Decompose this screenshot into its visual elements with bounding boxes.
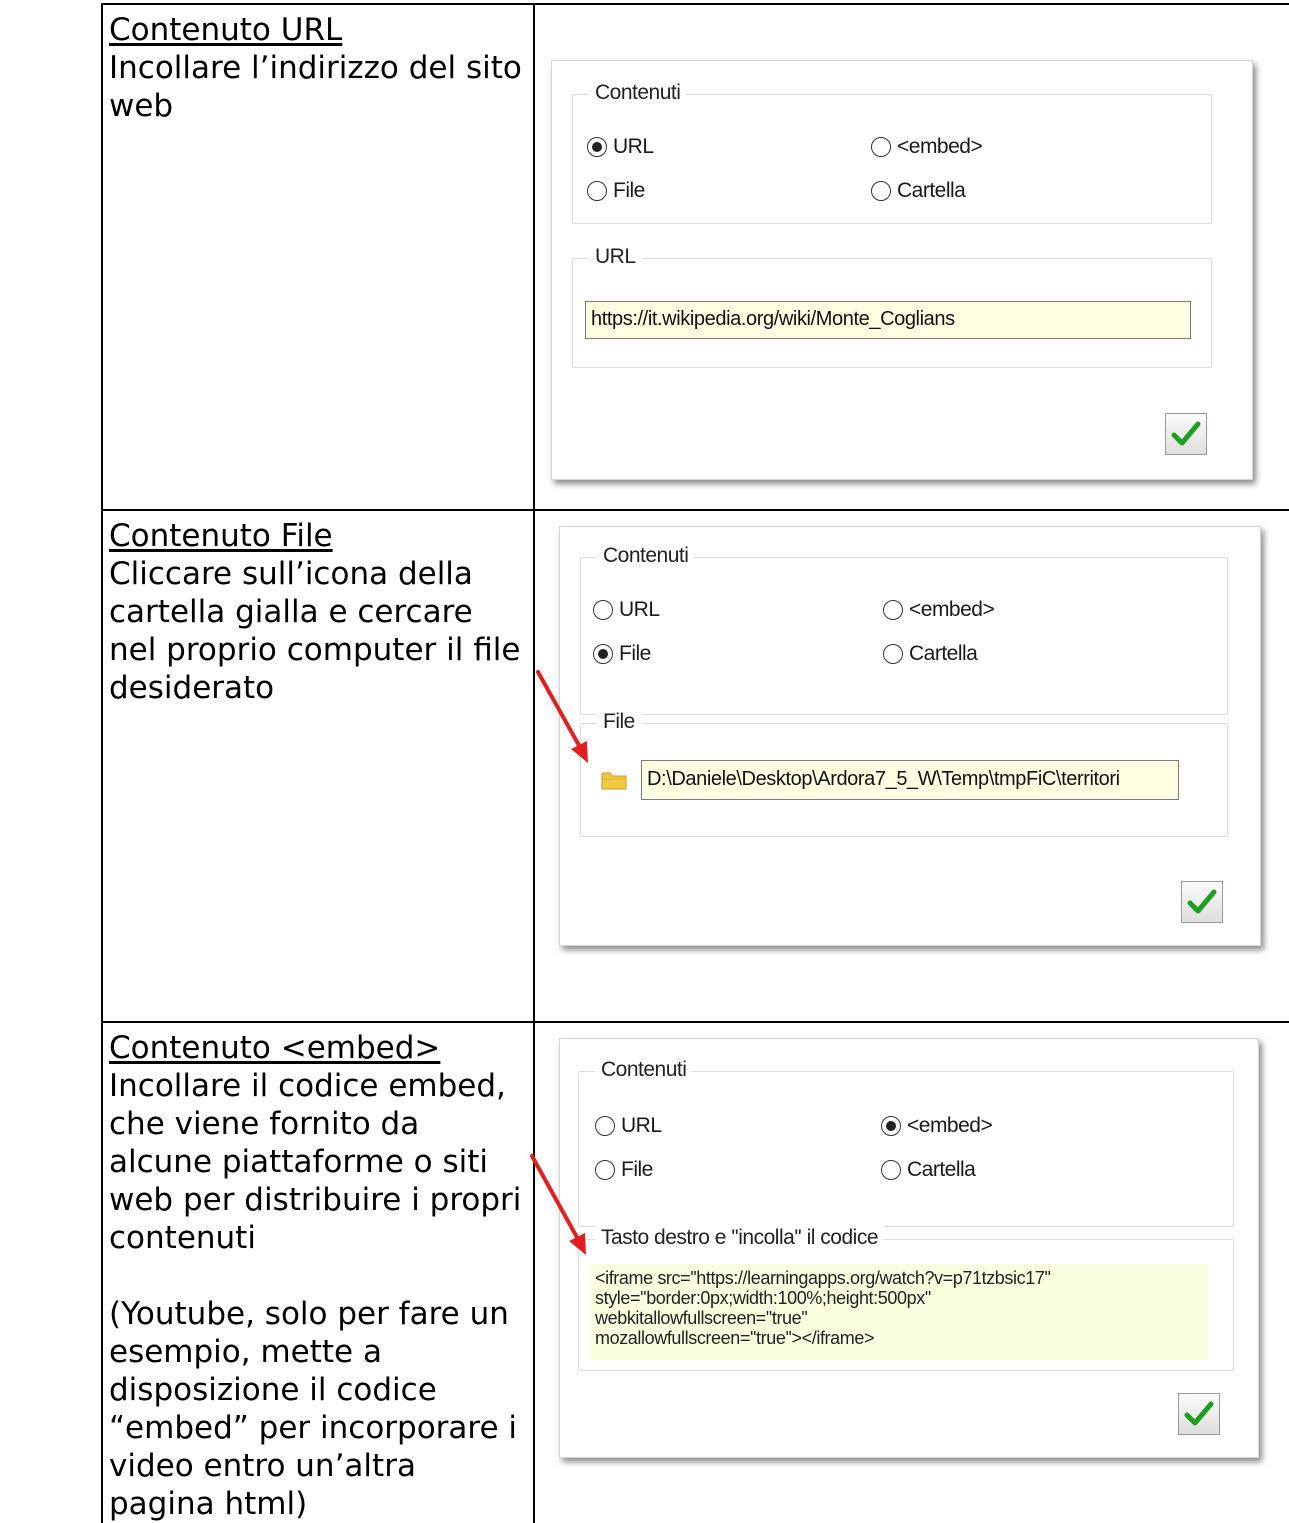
instructions-table: Contenuto URL Incollare l’indirizzo del …: [101, 3, 1289, 1523]
contenuti-groupbox: Contenuti URL <embed> File Cartella: [572, 80, 1212, 224]
row-note: (Youtube, solo per fare un esempio, mett…: [109, 1296, 518, 1522]
code-line: webkitallowfullscreen=''true'': [595, 1308, 808, 1328]
groupbox-title: Contenuti: [597, 543, 695, 569]
radio-embed[interactable]: <embed>: [881, 1114, 993, 1138]
row-description: Incollare l’indirizzo del sito web: [109, 50, 522, 124]
embed-code-groupbox: Tasto destro e ''incolla'' il codice <if…: [578, 1225, 1234, 1371]
description-cell-embed: Contenuto <embed> Incollare il codice em…: [101, 1021, 535, 1523]
code-line: style=''border:0px;width:100%;height:500…: [595, 1288, 931, 1308]
radio-circle-checked[interactable]: [587, 137, 607, 157]
dialog-file: Contenuti URL <embed> File Cartella File…: [559, 526, 1261, 946]
radio-label-file: File: [621, 1158, 653, 1181]
file-groupbox: File D:\Daniele\Desktop\Ardora7_5_W\Temp…: [580, 709, 1228, 837]
radio-label-url: URL: [621, 1114, 662, 1137]
checkmark-icon: [1171, 421, 1201, 446]
radio-circle-checked[interactable]: [593, 644, 613, 664]
contenuti-groupbox: Contenuti URL <embed> File Cartella: [580, 543, 1228, 715]
radio-file[interactable]: File: [593, 642, 651, 666]
description-cell-url: Contenuto URL Incollare l’indirizzo del …: [101, 3, 535, 511]
folder-icon[interactable]: [601, 770, 627, 790]
radio-label-embed: <embed>: [897, 135, 983, 158]
screenshot-cell-embed: Contenuti URL <embed> File Cartella Tast…: [530, 1021, 1289, 1523]
radio-label-url: URL: [619, 598, 660, 621]
table-row-url: Contenuto URL Incollare l’indirizzo del …: [101, 3, 1289, 511]
radio-embed[interactable]: <embed>: [871, 135, 983, 159]
url-input[interactable]: https://it.wikipedia.org/wiki/Monte_Cogl…: [585, 301, 1191, 339]
ok-button[interactable]: [1178, 1393, 1220, 1435]
radio-circle[interactable]: [881, 1160, 901, 1180]
groupbox-title: Contenuti: [589, 80, 687, 106]
radio-circle[interactable]: [883, 644, 903, 664]
radio-label-cartella: Cartella: [897, 179, 966, 202]
radio-label-embed: <embed>: [907, 1114, 993, 1137]
radio-circle[interactable]: [587, 181, 607, 201]
radio-circle[interactable]: [871, 181, 891, 201]
contenuti-groupbox: Contenuti URL <embed> File Cartella: [578, 1057, 1234, 1227]
checkmark-icon: [1184, 1401, 1214, 1426]
radio-circle[interactable]: [593, 600, 613, 620]
radio-file[interactable]: File: [595, 1158, 653, 1182]
radio-cartella[interactable]: Cartella: [883, 642, 978, 666]
row-heading: Contenuto <embed>: [109, 1030, 441, 1066]
radio-cartella[interactable]: Cartella: [871, 179, 966, 203]
embed-code-textarea[interactable]: <iframe src=''https://learningapps.org/w…: [589, 1264, 1209, 1360]
table-row-file: Contenuto File Cliccare sull’icona della…: [101, 509, 1289, 1023]
description-cell-file: Contenuto File Cliccare sull’icona della…: [101, 509, 535, 1023]
radio-cartella[interactable]: Cartella: [881, 1158, 976, 1182]
radio-circle[interactable]: [883, 600, 903, 620]
groupbox-title: File: [597, 709, 641, 735]
radio-url[interactable]: URL: [587, 135, 654, 159]
code-line: mozallowfullscreen=''true''></iframe>: [595, 1328, 875, 1348]
radio-circle-checked[interactable]: [881, 1116, 901, 1136]
row-description: Cliccare sull’icona della cartella giall…: [109, 556, 521, 706]
groupbox-title: Contenuti: [595, 1057, 693, 1083]
dialog-embed: Contenuti URL <embed> File Cartella Tast…: [559, 1038, 1259, 1458]
table-row-embed: Contenuto <embed> Incollare il codice em…: [101, 1021, 1289, 1523]
radio-label-embed: <embed>: [909, 598, 995, 621]
url-groupbox: URL https://it.wikipedia.org/wiki/Monte_…: [572, 244, 1212, 368]
radio-embed[interactable]: <embed>: [883, 598, 995, 622]
screenshot-cell-url: Contenuti URL <embed> File Cartella URL …: [533, 3, 1289, 511]
radio-circle[interactable]: [871, 137, 891, 157]
red-arrow-icon: [536, 670, 588, 763]
radio-circle[interactable]: [595, 1116, 615, 1136]
radio-label-file: File: [619, 642, 651, 665]
radio-circle[interactable]: [595, 1160, 615, 1180]
radio-url[interactable]: URL: [595, 1114, 662, 1138]
checkmark-icon: [1187, 889, 1217, 914]
screenshot-cell-file: Contenuti URL <embed> File Cartella File…: [533, 509, 1289, 1023]
radio-label-cartella: Cartella: [909, 642, 978, 665]
code-line: <iframe src=''https://learningapps.org/w…: [595, 1268, 1051, 1288]
dialog-url: Contenuti URL <embed> File Cartella URL …: [551, 60, 1253, 480]
file-path-input[interactable]: D:\Daniele\Desktop\Ardora7_5_W\Temp\tmpF…: [641, 760, 1179, 800]
red-arrow-icon: [530, 1154, 586, 1255]
radio-label-url: URL: [613, 135, 654, 158]
radio-file[interactable]: File: [587, 179, 645, 203]
row-description: Incollare il codice embed, che viene for…: [109, 1068, 522, 1256]
row-heading: Contenuto File: [109, 518, 333, 554]
groupbox-title: Tasto destro e ''incolla'' il codice: [595, 1225, 885, 1251]
row-heading: Contenuto URL: [109, 12, 343, 48]
ok-button[interactable]: [1181, 881, 1223, 923]
radio-url[interactable]: URL: [593, 598, 660, 622]
ok-button[interactable]: [1165, 413, 1207, 455]
groupbox-title: URL: [589, 244, 642, 270]
radio-label-cartella: Cartella: [907, 1158, 976, 1181]
radio-label-file: File: [613, 179, 645, 202]
